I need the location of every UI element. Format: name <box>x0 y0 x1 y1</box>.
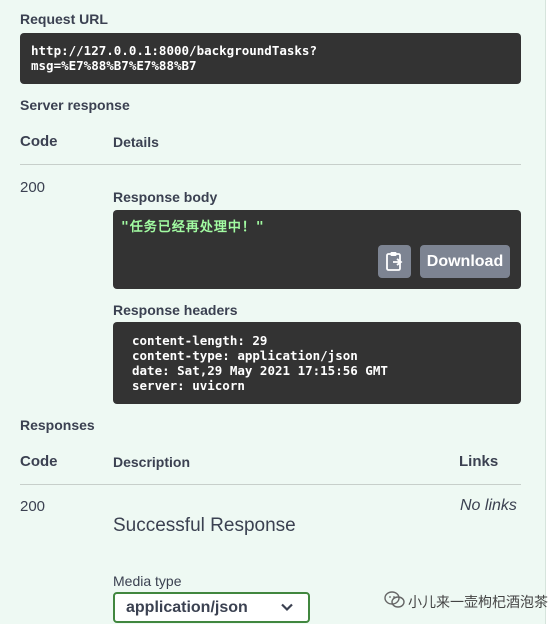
response-headers-label: Response headers <box>113 302 238 318</box>
server-response-code-header: Code <box>20 133 58 150</box>
response-body-label: Response body <box>113 189 218 205</box>
server-response-details-header: Details <box>113 134 159 150</box>
responses-status-code: 200 <box>20 498 46 515</box>
watermark-text: 小儿来一壶枸杞酒泡茶 <box>408 594 548 610</box>
copy-to-clipboard-button[interactable] <box>378 245 411 278</box>
chevron-down-icon <box>281 603 293 612</box>
watermark: 小儿来一壶枸杞酒泡茶 <box>384 590 548 614</box>
header-line: server: uvicorn <box>132 378 245 393</box>
media-type-value: application/json <box>126 599 248 616</box>
responses-code-header: Code <box>20 453 58 470</box>
header-line: content-type: application/json <box>132 348 358 363</box>
header-line: date: Sat,29 May 2021 17:15:56 GMT <box>132 363 388 378</box>
download-button[interactable]: Download <box>420 245 510 278</box>
response-description: Successful Response <box>113 515 296 536</box>
server-response-label: Server response <box>20 97 130 113</box>
request-url-line-1: http://127.0.0.1:8000/backgroundTasks? <box>31 43 317 58</box>
response-headers-box: content-length: 29 content-type: applica… <box>113 322 521 404</box>
scrollbar-track[interactable] <box>545 0 556 624</box>
wechat-icon <box>384 591 405 608</box>
responses-links-header: Links <box>459 453 499 470</box>
media-type-select[interactable]: application/json <box>113 592 310 623</box>
response-body-text: "任务已经再处理中！" <box>121 220 265 235</box>
request-url-label: Request URL <box>20 11 108 27</box>
clipboard-icon <box>386 252 403 271</box>
request-url-line-2: msg=%E7%88%B7%E7%88%B7 <box>31 58 197 73</box>
media-type-label: Media type <box>113 573 182 589</box>
divider <box>20 164 521 165</box>
no-links-text: No links <box>460 497 517 514</box>
responses-label: Responses <box>20 417 95 433</box>
request-url-box: http://127.0.0.1:8000/backgroundTasks? m… <box>20 33 521 84</box>
divider <box>20 484 521 485</box>
header-line: content-length: 29 <box>132 333 268 348</box>
response-status-code: 200 <box>20 179 46 196</box>
responses-description-header: Description <box>113 454 191 470</box>
response-body-box: "任务已经再处理中！" Download <box>113 210 521 289</box>
